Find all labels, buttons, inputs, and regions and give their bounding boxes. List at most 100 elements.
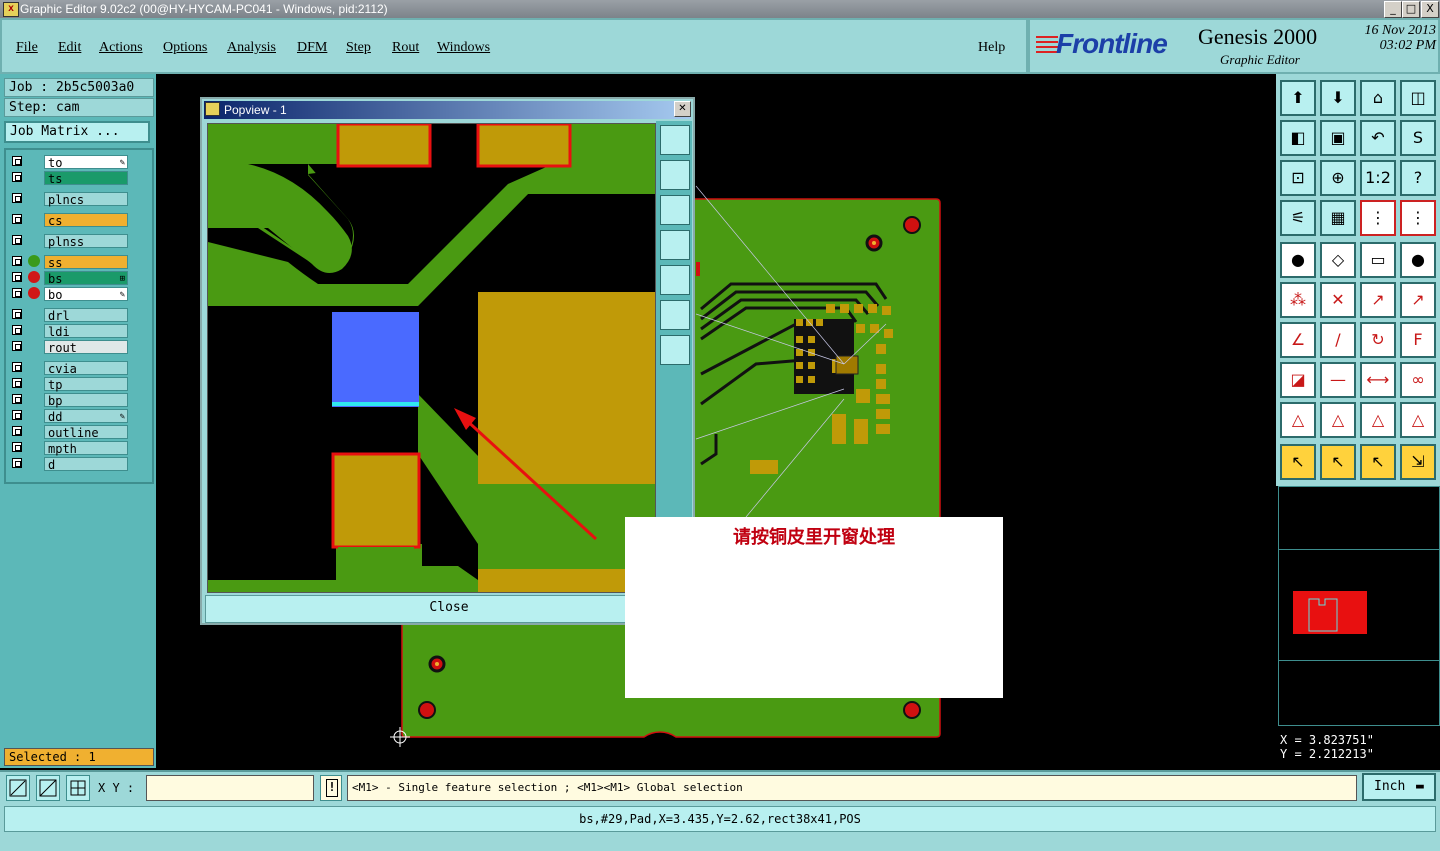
overview-panel[interactable]	[1278, 486, 1440, 726]
menu-analysis[interactable]: Analysis	[227, 40, 276, 56]
layer-compare-alt-icon[interactable]: ⋮	[1400, 200, 1436, 236]
layer-row-ss[interactable]: ss	[10, 255, 130, 270]
popview-pan-down-icon[interactable]	[660, 195, 690, 225]
triangle-tool-icon[interactable]: △	[1280, 402, 1316, 438]
layer-row-bo[interactable]: bo ✎	[10, 287, 130, 302]
layer-row-tp[interactable]: tp	[10, 377, 130, 392]
layer-row-to[interactable]: to ✎	[10, 155, 130, 170]
zoom-fit-icon[interactable]: ⊡	[1280, 160, 1316, 196]
layer-checkbox[interactable]	[12, 378, 22, 388]
select-polygon-icon[interactable]: ↖	[1360, 444, 1396, 480]
dimension-icon[interactable]: ⟷	[1360, 362, 1396, 398]
rotate-icon[interactable]: ↻	[1360, 322, 1396, 358]
layer-row-mpth[interactable]: mpth	[10, 441, 130, 456]
ruler-icon[interactable]: ▭	[1360, 242, 1396, 278]
add-arc-icon[interactable]: ∠	[1280, 322, 1316, 358]
measure-icon[interactable]	[36, 775, 60, 801]
layer-row-outline[interactable]: outline	[10, 425, 130, 440]
popview-fit-icon[interactable]	[660, 300, 690, 330]
add-surface-icon[interactable]: ●	[1400, 242, 1436, 278]
layer-checkbox[interactable]	[12, 341, 22, 351]
layer-row-rout[interactable]: rout	[10, 340, 130, 355]
menu-edit[interactable]: Edit	[58, 40, 81, 56]
layer-row-cs[interactable]: cs	[10, 213, 130, 228]
layer-checkbox[interactable]	[12, 442, 22, 452]
triangle-delete-icon[interactable]: △	[1400, 402, 1436, 438]
layer-row-plnss[interactable]: plnss	[10, 234, 130, 249]
layer-row-ldi[interactable]: ldi	[10, 324, 130, 339]
layer-row-bs[interactable]: bs ⊞	[10, 271, 130, 286]
zoom-center-icon[interactable]: ⊕	[1320, 160, 1356, 196]
select-box-icon[interactable]: ↖	[1320, 444, 1356, 480]
popview-close-icon[interactable]: ✕	[674, 101, 691, 117]
help-icon[interactable]: ?	[1400, 160, 1436, 196]
add-line-icon[interactable]: ◇	[1320, 242, 1356, 278]
split-line-icon[interactable]: /	[1320, 322, 1356, 358]
triangle-select-icon[interactable]: △	[1360, 402, 1396, 438]
layer-checkbox[interactable]	[12, 325, 22, 335]
menu-help[interactable]: Help	[978, 40, 1005, 56]
layer-checkbox[interactable]	[12, 426, 22, 436]
snap-icon[interactable]	[6, 775, 30, 801]
maximize-button[interactable]: □	[1402, 1, 1420, 18]
layer-checkbox[interactable]	[12, 458, 22, 468]
open-job-icon[interactable]: ⬆	[1280, 80, 1316, 116]
layer-checkbox[interactable]	[12, 309, 22, 319]
line-break-icon[interactable]: —	[1320, 362, 1356, 398]
popview-pan-up-icon[interactable]	[660, 160, 690, 190]
minimize-button[interactable]: _	[1384, 1, 1402, 18]
job-matrix-button[interactable]: Job Matrix ...	[4, 121, 150, 143]
popview-close-button[interactable]: Close	[205, 595, 693, 623]
layer-checkbox[interactable]	[12, 288, 22, 298]
home-icon[interactable]: ⌂	[1360, 80, 1396, 116]
menu-step[interactable]: Step	[346, 40, 371, 56]
measure-tool-icon[interactable]: ⚟	[1280, 200, 1316, 236]
layer-checkbox[interactable]	[12, 272, 22, 282]
menu-file[interactable]: File	[16, 40, 38, 56]
layer-row-ts[interactable]: ts	[10, 171, 130, 186]
alert-icon[interactable]: !	[320, 775, 342, 801]
zoom-back-icon[interactable]: ↶	[1360, 120, 1396, 156]
popview-pan-left-icon[interactable]	[660, 230, 690, 260]
layer-checkbox[interactable]	[12, 256, 22, 266]
popview-zoom-canvas[interactable]	[207, 123, 656, 593]
layer-checkbox[interactable]	[12, 172, 22, 182]
triangle-edit-icon[interactable]: △	[1320, 402, 1356, 438]
text-icon[interactable]: F	[1400, 322, 1436, 358]
close-window-button[interactable]: X	[1421, 1, 1439, 18]
layer-row-cvia[interactable]: cvia	[10, 361, 130, 376]
move-feature-icon[interactable]: ↗	[1360, 282, 1396, 318]
layer-checkbox[interactable]	[12, 394, 22, 404]
layer-checkbox[interactable]	[12, 362, 22, 372]
select-pointer-icon[interactable]: ↖	[1280, 444, 1316, 480]
snap-pad-icon[interactable]: ◪	[1280, 362, 1316, 398]
layer-row-dd[interactable]: dd ✎	[10, 409, 130, 424]
layer-row-d[interactable]: d	[10, 457, 130, 472]
copy-feature-icon[interactable]: ↗	[1400, 282, 1436, 318]
zoom-in-icon[interactable]: ▣	[1320, 120, 1356, 156]
zoom-home-icon[interactable]: ◧	[1280, 120, 1316, 156]
grid-toggle-icon[interactable]: ▦	[1320, 200, 1356, 236]
menu-options[interactable]: Options	[163, 40, 207, 56]
add-net-icon[interactable]: ⁂	[1280, 282, 1316, 318]
select-net-icon[interactable]: ⇲	[1400, 444, 1436, 480]
menu-rout[interactable]: Rout	[392, 40, 419, 56]
layer-row-bp[interactable]: bp	[10, 393, 130, 408]
menu-windows[interactable]: Windows	[437, 40, 490, 56]
layer-checkbox[interactable]	[12, 193, 22, 203]
layer-compare-icon[interactable]: ⋮	[1360, 200, 1396, 236]
popview-zoom-in-icon[interactable]	[660, 125, 690, 155]
popview-pan-right-icon[interactable]	[660, 265, 690, 295]
zoom-ratio-icon[interactable]: 1:2	[1360, 160, 1396, 196]
layer-checkbox[interactable]	[12, 214, 22, 224]
popview-window[interactable]: Popview - 1 ✕ Close	[200, 97, 695, 625]
delete-feature-icon[interactable]: ✕	[1320, 282, 1356, 318]
layer-row-plncs[interactable]: plncs	[10, 192, 130, 207]
pad-group-icon[interactable]: ∞	[1400, 362, 1436, 398]
window-layout-icon[interactable]: ◫	[1400, 80, 1436, 116]
grid-icon[interactable]	[66, 775, 90, 801]
menu-actions[interactable]: Actions	[99, 40, 143, 56]
layer-checkbox[interactable]	[12, 235, 22, 245]
popview-zoom-out-icon[interactable]	[660, 335, 690, 365]
xy-input[interactable]	[146, 775, 314, 801]
